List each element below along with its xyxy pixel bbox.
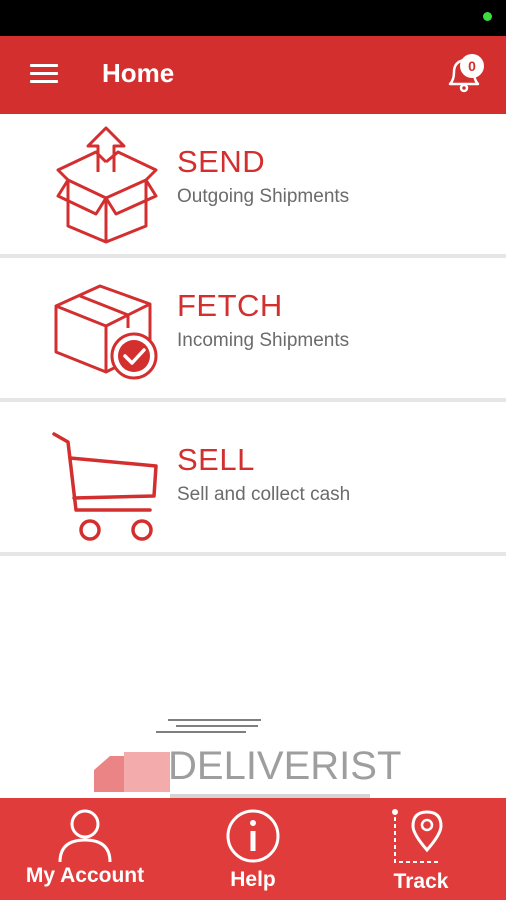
tab-label-track: Track (393, 870, 449, 893)
tab-help[interactable]: Help (170, 798, 336, 900)
notification-badge: 0 (460, 54, 484, 78)
sell-title: SELL (177, 442, 255, 477)
menu-card-sell[interactable]: SELL Sell and collect cash (0, 412, 506, 556)
bottom-navigation: My Account Help Track (0, 798, 506, 900)
send-subtitle: Outgoing Shipments (177, 186, 350, 207)
fetch-title: FETCH (177, 288, 283, 323)
user-icon (58, 809, 112, 863)
fetch-box-icon (54, 284, 158, 380)
page-title: Home (102, 58, 175, 88)
notifications-button[interactable]: 0 (440, 52, 496, 96)
menu-icon-line (30, 72, 58, 75)
app-bar: Home 0 (0, 36, 506, 114)
status-indicator-icon (483, 12, 492, 21)
info-icon (226, 809, 280, 863)
menu-icon-line (30, 80, 58, 83)
tab-track[interactable]: Track (336, 798, 506, 900)
brand-logo: DELIVERIST (86, 712, 401, 800)
menu-card-send[interactable]: SEND Outgoing Shipments (0, 114, 506, 258)
location-pin-icon (392, 809, 443, 863)
tab-label-my-account: My Account (25, 864, 145, 887)
send-box-icon (56, 126, 158, 244)
sell-subtitle: Sell and collect cash (177, 484, 351, 505)
send-title: SEND (177, 144, 266, 179)
menu-icon (30, 64, 58, 67)
fetch-subtitle: Incoming Shipments (177, 330, 350, 351)
tab-label-help: Help (230, 868, 276, 891)
tab-my-account[interactable]: My Account (0, 798, 170, 900)
menu-card-fetch[interactable]: FETCH Incoming Shipments (0, 258, 506, 402)
shopping-cart-icon (52, 432, 158, 541)
status-bar (0, 0, 506, 36)
brand-name: DELIVERIST (168, 744, 402, 788)
menu-button[interactable] (30, 64, 58, 86)
